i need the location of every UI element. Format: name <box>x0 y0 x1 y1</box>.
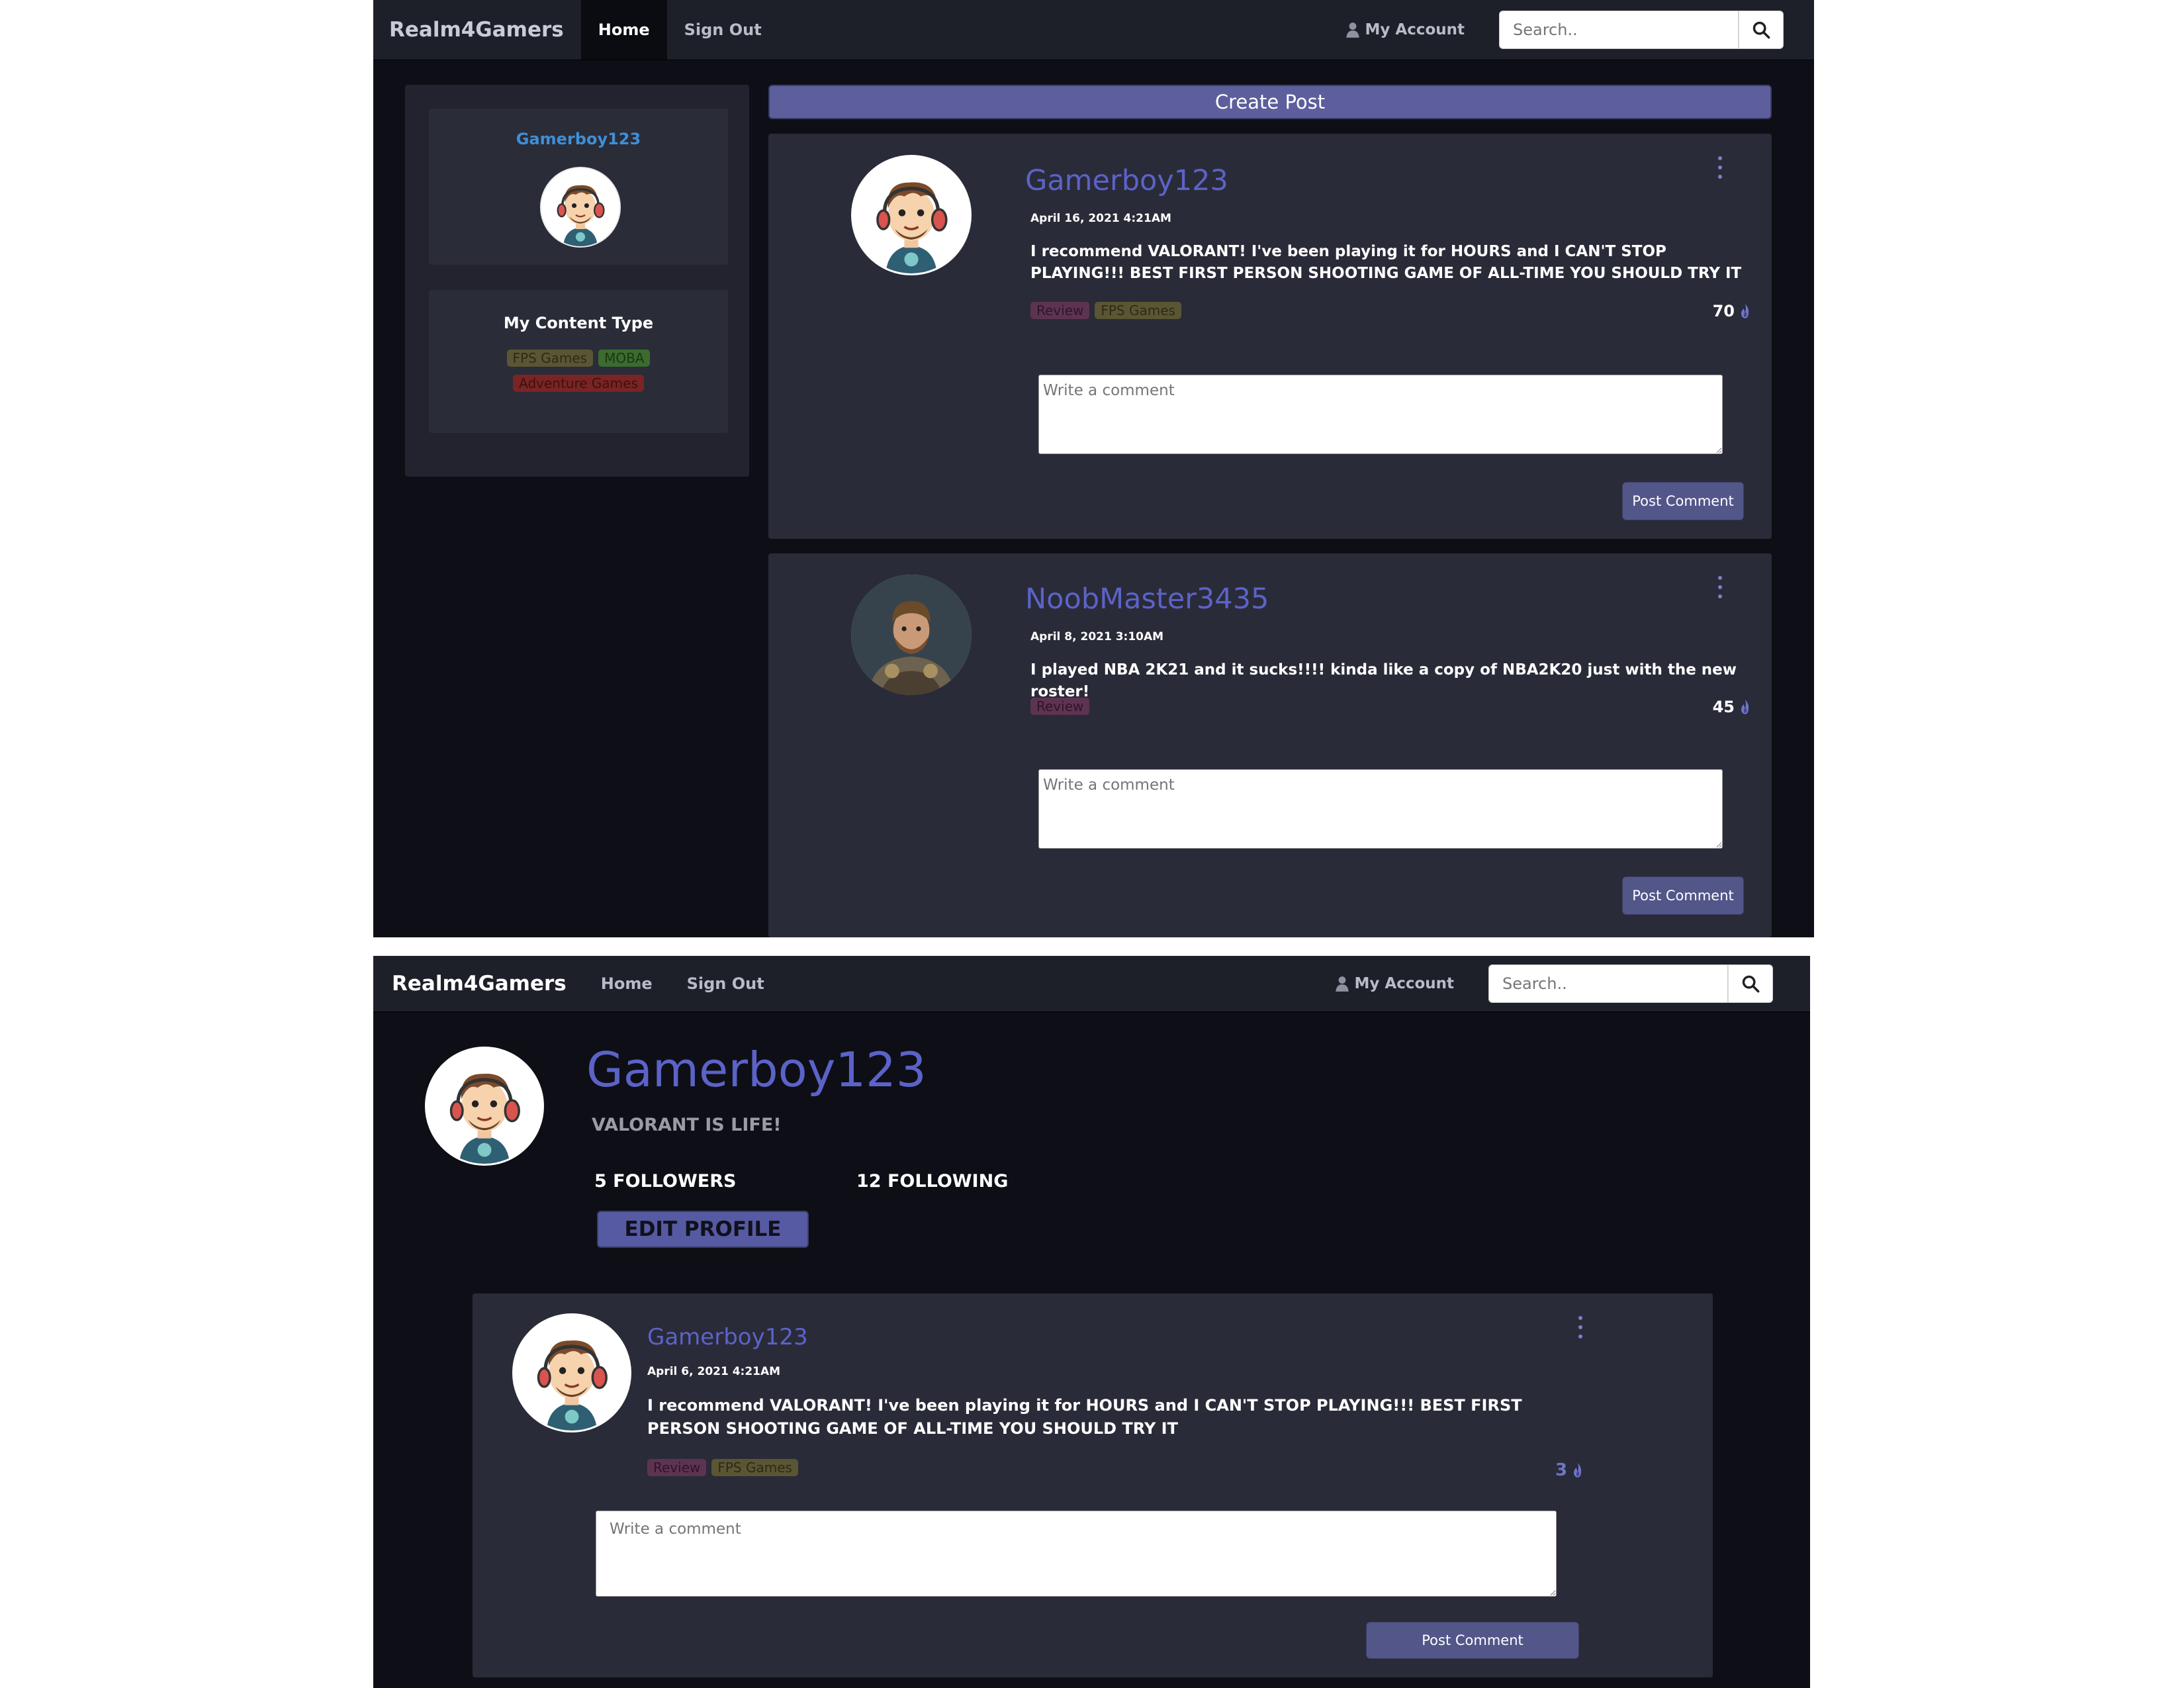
post-date: April 16, 2021 4:21AM <box>1030 212 1171 225</box>
tag-review[interactable]: Review <box>1030 302 1090 319</box>
sidebar-avatar[interactable] <box>540 167 621 248</box>
content-tags-row-1: FPS Games MOBA <box>429 350 728 367</box>
navbar: Realm4Gamers Home Sign Out My Account <box>373 956 1810 1012</box>
brand-logo[interactable]: Realm4Gamers <box>373 956 584 1011</box>
post-avatar[interactable] <box>851 575 972 695</box>
home-feed-screenshot: Realm4Gamers Home Sign Out My Account Ga… <box>373 0 1814 937</box>
post-text: I played NBA 2K21 and it sucks!!!! kinda… <box>1030 661 1737 701</box>
likes-count: 3 <box>1555 1460 1568 1480</box>
tag-fps-games[interactable]: FPS Games <box>1095 302 1181 319</box>
flame-icon <box>1739 699 1752 715</box>
nav-home-link[interactable]: Home <box>584 956 670 1011</box>
sidebar-profile-card: Gamerboy123 <box>429 109 728 265</box>
post-tags: Review FPS Games <box>1030 302 1181 319</box>
post-card: Gamerboy123 April 6, 2021 4:21AM I recom… <box>473 1293 1713 1677</box>
brand-logo[interactable]: Realm4Gamers <box>373 0 581 60</box>
post-options-menu[interactable] <box>1713 576 1727 598</box>
my-account-label: My Account <box>1354 975 1455 992</box>
user-icon <box>1334 975 1351 992</box>
flame-icon <box>1571 1462 1584 1478</box>
post-comment-button[interactable]: Post Comment <box>1622 876 1744 915</box>
search-button[interactable] <box>1739 11 1784 49</box>
post-date: April 6, 2021 4:21AM <box>647 1365 781 1378</box>
profile-screenshot: Realm4Gamers Home Sign Out My Account Ga… <box>373 956 1810 1688</box>
gamer-avatar-image <box>427 1049 542 1164</box>
my-account-link[interactable]: My Account <box>1334 975 1455 992</box>
likes-count: 45 <box>1712 698 1735 716</box>
flame-icon <box>1739 303 1752 319</box>
tag-moba[interactable]: MOBA <box>598 350 651 367</box>
nav-signout-link[interactable]: Sign Out <box>670 956 782 1011</box>
search-input[interactable] <box>1488 964 1728 1003</box>
content-type-title: My Content Type <box>503 314 654 332</box>
post-username[interactable]: Gamerboy123 <box>647 1324 808 1350</box>
post-username[interactable]: Gamerboy123 <box>1025 164 1228 197</box>
tag-review[interactable]: Review <box>647 1459 707 1476</box>
post-likes[interactable]: 45 <box>1713 698 1752 716</box>
comment-input[interactable] <box>1038 375 1723 454</box>
post-options-menu[interactable] <box>1713 156 1727 179</box>
content-tags-row-2: Adventure Games <box>429 375 728 392</box>
post-text: I recommend VALORANT! I've been playing … <box>1030 243 1742 283</box>
post-card: Gamerboy123 April 16, 2021 4:21AM I reco… <box>768 134 1772 539</box>
post-date: April 8, 2021 3:10AM <box>1030 630 1164 643</box>
post-likes[interactable]: 70 <box>1713 302 1752 320</box>
post-card: NoobMaster3435 April 8, 2021 3:10AM I pl… <box>768 553 1772 937</box>
nav-signout-link[interactable]: Sign Out <box>667 0 779 60</box>
tag-fps-games[interactable]: FPS Games <box>506 350 594 367</box>
sidebar-username[interactable]: Gamerboy123 <box>429 130 728 148</box>
followers-count[interactable]: 5 FOLLOWERS <box>594 1171 736 1192</box>
likes-count: 70 <box>1712 302 1735 320</box>
search-form <box>1488 964 1773 1003</box>
post-likes[interactable]: 3 <box>1555 1460 1584 1480</box>
gamer-avatar-image <box>514 1315 629 1430</box>
search-icon <box>1752 21 1770 39</box>
user-icon <box>1344 21 1361 38</box>
post-username[interactable]: NoobMaster3435 <box>1025 583 1269 616</box>
comment-input[interactable] <box>1038 769 1723 849</box>
search-button[interactable] <box>1728 964 1773 1003</box>
sidebar: Gamerboy123 My Content Type FPS Games MO… <box>405 85 749 477</box>
tag-adventure-games[interactable]: Adventure Games <box>513 375 644 392</box>
post-tags: Review FPS Games <box>647 1459 798 1476</box>
post-comment-button[interactable]: Post Comment <box>1622 482 1744 520</box>
comment-input[interactable] <box>596 1511 1557 1597</box>
following-count[interactable]: 12 FOLLOWING <box>856 1171 1008 1192</box>
search-icon <box>1741 974 1760 993</box>
post-avatar[interactable] <box>851 155 972 275</box>
search-form <box>1499 11 1784 49</box>
post-tags: Review <box>1030 698 1090 715</box>
edit-profile-button[interactable]: EDIT PROFILE <box>597 1211 809 1248</box>
nav-home-link[interactable]: Home <box>580 0 667 60</box>
post-avatar[interactable] <box>512 1313 631 1432</box>
profile-username: Gamerboy123 <box>586 1042 927 1098</box>
my-account-link[interactable]: My Account <box>1344 21 1465 38</box>
post-text: I recommend VALORANT! I've been playing … <box>647 1396 1522 1438</box>
content-type-card: My Content Type FPS Games MOBA Adventure… <box>429 290 728 433</box>
warrior-avatar-image <box>851 575 972 695</box>
search-input[interactable] <box>1499 11 1739 49</box>
tag-review[interactable]: Review <box>1030 698 1090 715</box>
create-post-button[interactable]: Create Post <box>768 85 1772 119</box>
gamer-avatar-image <box>853 157 970 273</box>
tag-fps-games[interactable]: FPS Games <box>711 1459 798 1476</box>
gamer-avatar-image <box>541 168 619 246</box>
post-options-menu[interactable] <box>1574 1316 1587 1338</box>
post-comment-button[interactable]: Post Comment <box>1366 1622 1579 1659</box>
my-account-label: My Account <box>1365 21 1465 38</box>
navbar: Realm4Gamers Home Sign Out My Account <box>373 0 1814 60</box>
profile-bio: VALORANT IS LIFE! <box>592 1115 782 1135</box>
profile-avatar[interactable] <box>425 1047 544 1166</box>
